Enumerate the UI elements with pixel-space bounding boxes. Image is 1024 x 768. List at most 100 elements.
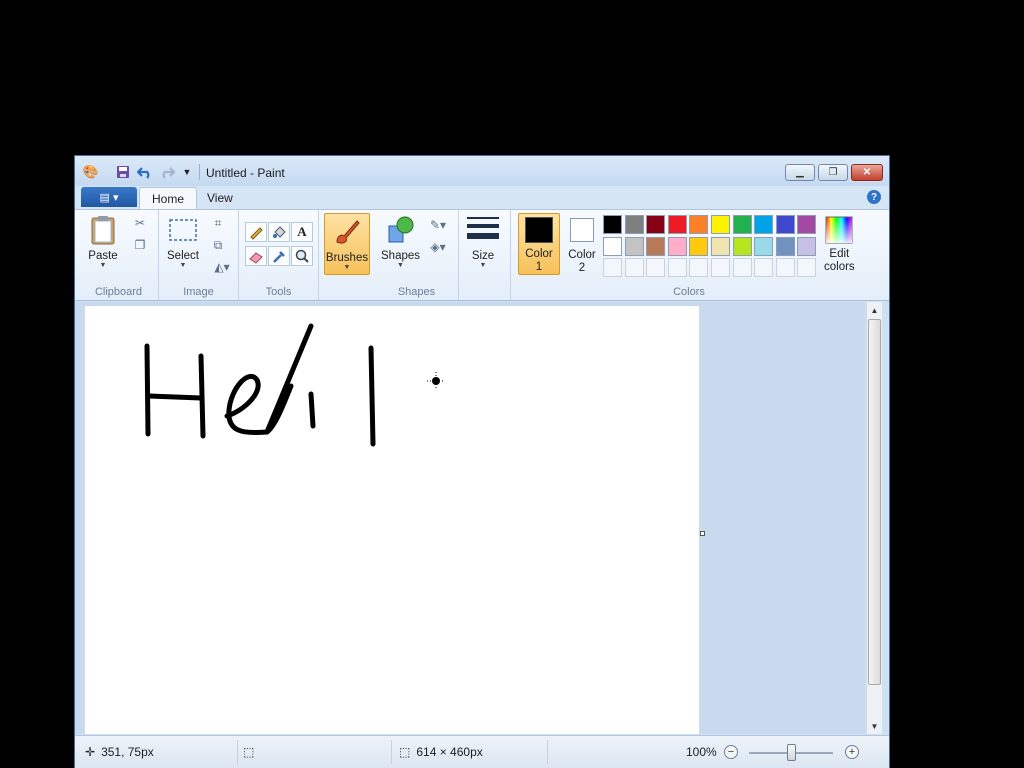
- crop-icon[interactable]: ⌗: [209, 214, 227, 232]
- palette-swatch[interactable]: [624, 236, 644, 256]
- palette-swatch[interactable]: [667, 236, 687, 256]
- palette-empty-swatch[interactable]: [775, 258, 795, 277]
- scrollbar-thumb[interactable]: [868, 319, 881, 685]
- palette-swatch[interactable]: [775, 236, 795, 256]
- color-picker-icon[interactable]: [268, 246, 290, 266]
- image-group-label: Image: [183, 286, 214, 298]
- outline-icon[interactable]: ✎▾: [425, 216, 451, 234]
- palette-swatch[interactable]: [711, 236, 730, 256]
- cursor-position: ✛ 351, 75px: [85, 745, 154, 759]
- palette-empty-swatch[interactable]: [667, 258, 687, 277]
- palette-swatch[interactable]: [797, 236, 817, 256]
- palette-swatch[interactable]: [732, 236, 752, 256]
- palette-empty-swatch[interactable]: [754, 258, 774, 277]
- palette-swatch[interactable]: [646, 236, 666, 256]
- shapes-button[interactable]: Shapes ▼: [381, 214, 420, 270]
- palette-swatch[interactable]: [775, 215, 795, 234]
- save-icon[interactable]: [115, 164, 131, 180]
- palette-swatch[interactable]: [667, 215, 687, 234]
- size-label: Size: [471, 250, 495, 262]
- drawing-canvas[interactable]: [85, 306, 699, 734]
- size-dropdown-icon: ▼: [479, 262, 487, 269]
- redo-icon[interactable]: [159, 164, 175, 180]
- cut-icon[interactable]: ✂: [131, 214, 149, 232]
- eraser-icon[interactable]: [245, 246, 267, 266]
- scroll-down-icon[interactable]: ▼: [867, 718, 882, 734]
- color2-button[interactable]: Color 2: [562, 213, 602, 275]
- minimize-button[interactable]: ▁: [785, 164, 815, 181]
- minimize-icon: ▁: [796, 167, 804, 178]
- help-icon[interactable]: ?: [867, 190, 881, 204]
- zoom-in-icon[interactable]: +: [845, 745, 859, 759]
- brushes-button[interactable]: Brushes ▼: [324, 213, 370, 275]
- size-icon: [467, 217, 499, 239]
- palette-swatch[interactable]: [754, 236, 774, 256]
- colors-group-label: Colors: [673, 286, 705, 298]
- clipboard-group-label: Clipboard: [94, 286, 143, 298]
- brush-icon: [336, 220, 360, 244]
- size-button[interactable]: Size ▼: [467, 214, 499, 270]
- paste-button[interactable]: Paste ▼: [87, 214, 119, 270]
- stroke-i: [308, 391, 316, 429]
- colors-group: Color 1 Color 2 Edit colors Colors: [511, 210, 867, 300]
- shape-fill-icon[interactable]: ◈▾: [425, 238, 451, 256]
- palette-empty-swatch[interactable]: [603, 258, 622, 277]
- vertical-scrollbar[interactable]: ▲ ▼: [866, 302, 882, 734]
- close-button[interactable]: ✕: [851, 164, 883, 181]
- select-label: Select: [167, 250, 199, 262]
- tools-group: A Tools: [239, 210, 319, 300]
- window-title: Untitled - Paint: [206, 166, 285, 180]
- palette-empty-swatch[interactable]: [689, 258, 709, 277]
- palette-empty-swatch[interactable]: [624, 258, 644, 277]
- palette-swatch[interactable]: [624, 215, 644, 234]
- size-group: Size ▼: [459, 210, 511, 300]
- palette-swatch[interactable]: [711, 215, 730, 234]
- rotate-icon[interactable]: ◭▾: [209, 258, 235, 276]
- palette-swatch[interactable]: [603, 215, 622, 234]
- canvas-workspace: [75, 302, 865, 734]
- canvas-resize-handle[interactable]: [700, 531, 705, 536]
- select-dropdown-icon: ▼: [179, 262, 187, 269]
- paste-icon: [91, 216, 115, 245]
- paint-menu-button[interactable]: ▤ ▾: [81, 187, 137, 207]
- ribbon-tab-row: ▤ ▾ Home View ?: [75, 186, 889, 209]
- scroll-up-icon[interactable]: ▲: [867, 302, 882, 318]
- copy-icon[interactable]: ❐: [131, 236, 149, 254]
- brushes-dropdown-icon: ▼: [343, 264, 351, 271]
- paste-label: Paste: [88, 250, 118, 262]
- color1-button[interactable]: Color 1: [518, 213, 560, 275]
- fill-icon[interactable]: [268, 222, 290, 242]
- tab-view[interactable]: View: [195, 187, 245, 209]
- pencil-icon[interactable]: [245, 222, 267, 242]
- customize-qat-icon[interactable]: ▼: [179, 164, 195, 180]
- palette-swatch[interactable]: [603, 236, 622, 256]
- palette-swatch[interactable]: [689, 215, 709, 234]
- restore-button[interactable]: ❐: [818, 164, 848, 181]
- palette-empty-swatch[interactable]: [646, 258, 666, 277]
- zoom-slider-thumb[interactable]: [787, 744, 796, 761]
- select-icon: [169, 219, 197, 241]
- paint-app-icon[interactable]: 🎨: [83, 164, 99, 180]
- handwritten-strokes: [144, 323, 445, 447]
- tab-home[interactable]: Home: [139, 187, 198, 209]
- edit-colors-button[interactable]: Edit colors: [824, 216, 855, 274]
- selection-size-icon: ⬚: [243, 745, 255, 759]
- color2-label-line2: 2: [578, 262, 586, 274]
- zoom-out-icon[interactable]: −: [724, 745, 738, 759]
- palette-swatch[interactable]: [754, 215, 774, 234]
- resize-icon[interactable]: ⧉: [209, 236, 227, 254]
- palette-empty-swatch[interactable]: [797, 258, 817, 277]
- stroke-l: [368, 345, 376, 447]
- palette-swatch[interactable]: [797, 215, 817, 234]
- text-icon[interactable]: A: [291, 222, 313, 242]
- palette-swatch[interactable]: [732, 215, 752, 234]
- palette-swatch[interactable]: [646, 215, 666, 234]
- select-button[interactable]: Select ▼: [167, 214, 199, 270]
- palette-empty-swatch[interactable]: [711, 258, 730, 277]
- palette-swatch[interactable]: [689, 236, 709, 256]
- magnifier-icon[interactable]: [291, 246, 313, 266]
- status-divider: [391, 740, 392, 764]
- palette-empty-swatch[interactable]: [732, 258, 752, 277]
- undo-icon[interactable]: [137, 164, 153, 180]
- stroke-e: [224, 374, 294, 436]
